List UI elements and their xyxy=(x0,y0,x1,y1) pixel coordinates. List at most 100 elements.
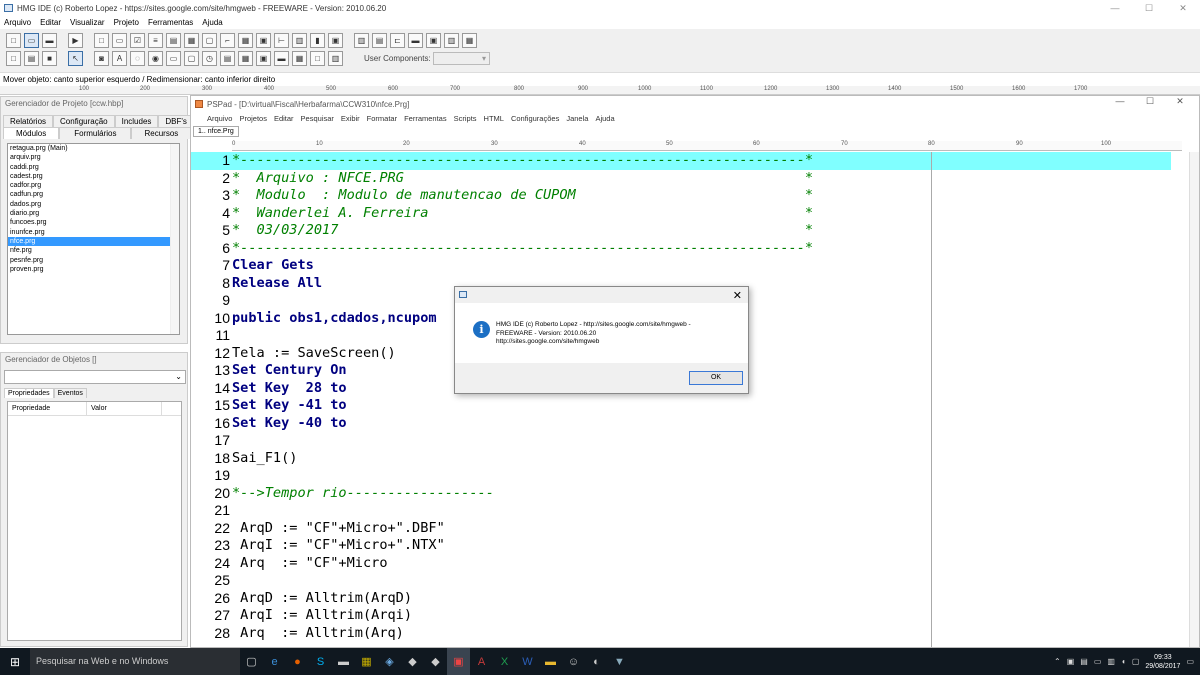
animate-control-icon[interactable]: ◌ xyxy=(130,51,145,66)
delete-icon[interactable]: □ xyxy=(6,51,21,66)
pointer-icon[interactable]: ↖ xyxy=(68,51,83,66)
code-line[interactable]: 22 ArqD := "CF"+Micro+".DBF" xyxy=(191,520,1171,538)
pspad-maximize-button[interactable]: ☐ xyxy=(1135,96,1165,107)
form-icon[interactable]: □ xyxy=(94,33,109,48)
menu-ferramentas[interactable]: Ferramentas xyxy=(148,18,193,27)
maximize-button[interactable]: ☐ xyxy=(1132,0,1166,16)
code-line[interactable]: 19 xyxy=(191,467,1171,485)
tab-formularios[interactable]: Formulários xyxy=(59,127,132,139)
battery-icon[interactable]: ▭ xyxy=(1094,657,1102,666)
code-line[interactable]: 28 Arq := Alltrim(Arq) xyxy=(191,625,1171,643)
checkbox-control-icon[interactable]: ☑ xyxy=(130,33,145,48)
list-item[interactable]: proven.prg xyxy=(8,265,179,274)
user-components-select[interactable]: ▾ xyxy=(433,52,490,65)
list-item[interactable]: cadfun.prg xyxy=(8,190,179,199)
menu-control-icon[interactable]: ▬ xyxy=(408,33,423,48)
code-line[interactable]: 18 Sai_F1() xyxy=(191,450,1171,468)
network-app-icon[interactable]: ◆ xyxy=(424,648,447,675)
list-item[interactable]: retagua.prg (Main) xyxy=(8,144,179,153)
list-control-icon[interactable]: ≡ xyxy=(148,33,163,48)
context-menu-icon[interactable]: ▣ xyxy=(426,33,441,48)
virtualbox-icon[interactable]: ◈ xyxy=(378,648,401,675)
save-project-icon[interactable]: ▬ xyxy=(42,33,57,48)
dropdown-menu-icon[interactable]: ▦ xyxy=(462,33,477,48)
tab-control-icon[interactable]: ▣ xyxy=(328,33,343,48)
app-icon[interactable]: ◐ xyxy=(585,648,608,675)
volume-icon[interactable]: ◖ xyxy=(1121,657,1126,666)
code-line[interactable]: 27 ArqI := Alltrim(Arqi) xyxy=(191,607,1171,625)
open-project-icon[interactable]: ▭ xyxy=(24,33,39,48)
code-line[interactable]: 2 * Arquivo : NFCE.PRG * xyxy=(191,170,1171,188)
datepicker-control-icon[interactable]: ▦ xyxy=(184,33,199,48)
tray-app-icon[interactable]: ▤ xyxy=(1080,657,1088,666)
toolbar-control-icon[interactable]: ▥ xyxy=(354,33,369,48)
label-control-icon[interactable]: A xyxy=(112,51,127,66)
list-item[interactable]: pesnfe.prg xyxy=(8,256,179,265)
pspad-menu-pesquisar[interactable]: Pesquisar xyxy=(301,114,334,123)
minimize-button[interactable]: — xyxy=(1098,0,1132,16)
code-line[interactable]: 15 Set Key -41 to xyxy=(191,397,1171,415)
properties-icon[interactable]: ▤ xyxy=(24,51,39,66)
code-line[interactable]: 24 Arq := "CF"+Micro xyxy=(191,555,1171,573)
list-item[interactable]: cadfor.prg xyxy=(8,181,179,190)
code-line[interactable]: 20 *-->Tempor rio------------------ xyxy=(191,485,1171,503)
pspad-menu-html[interactable]: HTML xyxy=(484,114,504,123)
ok-button[interactable]: OK xyxy=(689,371,743,385)
tab-recursos[interactable]: Recursos xyxy=(131,127,192,139)
pspad-menu-projetos[interactable]: Projetos xyxy=(239,114,267,123)
chart-control-icon[interactable]: ▮ xyxy=(310,33,325,48)
code-line[interactable]: 6 *--------------------------------------… xyxy=(191,240,1171,258)
close-button[interactable]: ✕ xyxy=(1166,0,1200,16)
frame-control-icon[interactable]: ⌐ xyxy=(220,33,235,48)
tab-configuracao[interactable]: Configuração xyxy=(53,115,115,127)
file-list-scrollbar[interactable] xyxy=(170,144,179,334)
app-icon[interactable]: ▦ xyxy=(355,648,378,675)
code-line[interactable]: 4 * Wanderlei A. Ferreira * xyxy=(191,205,1171,223)
edge-icon[interactable]: e xyxy=(263,648,286,675)
tab-propriedades[interactable]: Propriedades xyxy=(4,388,54,398)
file-explorer-icon[interactable]: ▬ xyxy=(539,648,562,675)
report-control-icon[interactable]: ▥ xyxy=(328,51,343,66)
network-app-icon[interactable]: ◆ xyxy=(401,648,424,675)
terminal-icon[interactable]: ▬ xyxy=(332,648,355,675)
excel-icon[interactable]: X xyxy=(493,648,516,675)
pspad-menu-ajuda[interactable]: Ajuda xyxy=(595,114,614,123)
list-item[interactable]: funcoes.prg xyxy=(8,218,179,227)
menu-ajuda[interactable]: Ajuda xyxy=(202,18,222,27)
pspad-menu-janela[interactable]: Janela xyxy=(566,114,588,123)
edit-control-icon[interactable]: ▢ xyxy=(202,33,217,48)
tray-app-icon[interactable]: ▣ xyxy=(1067,657,1075,666)
monthcal-control-icon[interactable]: ▦ xyxy=(292,51,307,66)
code-line[interactable]: 21 xyxy=(191,502,1171,520)
pspad-minimize-button[interactable]: — xyxy=(1105,96,1135,107)
pspad-menu-configuracoes[interactable]: Configurações xyxy=(511,114,559,123)
object-select[interactable]: ⌄ xyxy=(4,370,186,384)
editor-scrollbar[interactable] xyxy=(1189,152,1199,647)
statusbar-control-icon[interactable]: ▤ xyxy=(372,33,387,48)
app-icon[interactable]: ☺ xyxy=(562,648,585,675)
timer-control-icon[interactable]: ◷ xyxy=(202,51,217,66)
pspad-close-button[interactable]: ✕ xyxy=(1165,96,1195,107)
stop-icon[interactable]: ■ xyxy=(42,51,57,66)
new-project-icon[interactable]: □ xyxy=(6,33,21,48)
message-icon[interactable]: ▢ xyxy=(1132,657,1140,666)
list-item[interactable]: inunfce.prg xyxy=(8,228,179,237)
list-item[interactable]: dados.prg xyxy=(8,200,179,209)
pspad-menu-scripts[interactable]: Scripts xyxy=(454,114,477,123)
notify-menu-icon[interactable]: ▥ xyxy=(444,33,459,48)
skype-icon[interactable]: S xyxy=(309,648,332,675)
pspad-menu-editar[interactable]: Editar xyxy=(274,114,294,123)
grid-control-icon[interactable]: ▦ xyxy=(238,33,253,48)
progress-control-icon[interactable]: ▭ xyxy=(166,51,181,66)
combo-control-icon[interactable]: ▤ xyxy=(166,33,181,48)
code-line[interactable]: 25 xyxy=(191,572,1171,590)
slider-control-icon[interactable]: ▢ xyxy=(184,51,199,66)
task-view-icon[interactable]: ▢ xyxy=(240,648,263,675)
pspad-menu-arquivo[interactable]: Arquivo xyxy=(207,114,232,123)
tree-control-icon[interactable]: ⊢ xyxy=(274,33,289,48)
code-editor[interactable]: 1 *--------------------------------------… xyxy=(191,152,1181,647)
code-line[interactable]: 16 Set Key -40 to xyxy=(191,415,1171,433)
list-item[interactable]: cadest.prg xyxy=(8,172,179,181)
richedit-control-icon[interactable]: ▤ xyxy=(220,51,235,66)
player-control-icon[interactable]: □ xyxy=(310,51,325,66)
